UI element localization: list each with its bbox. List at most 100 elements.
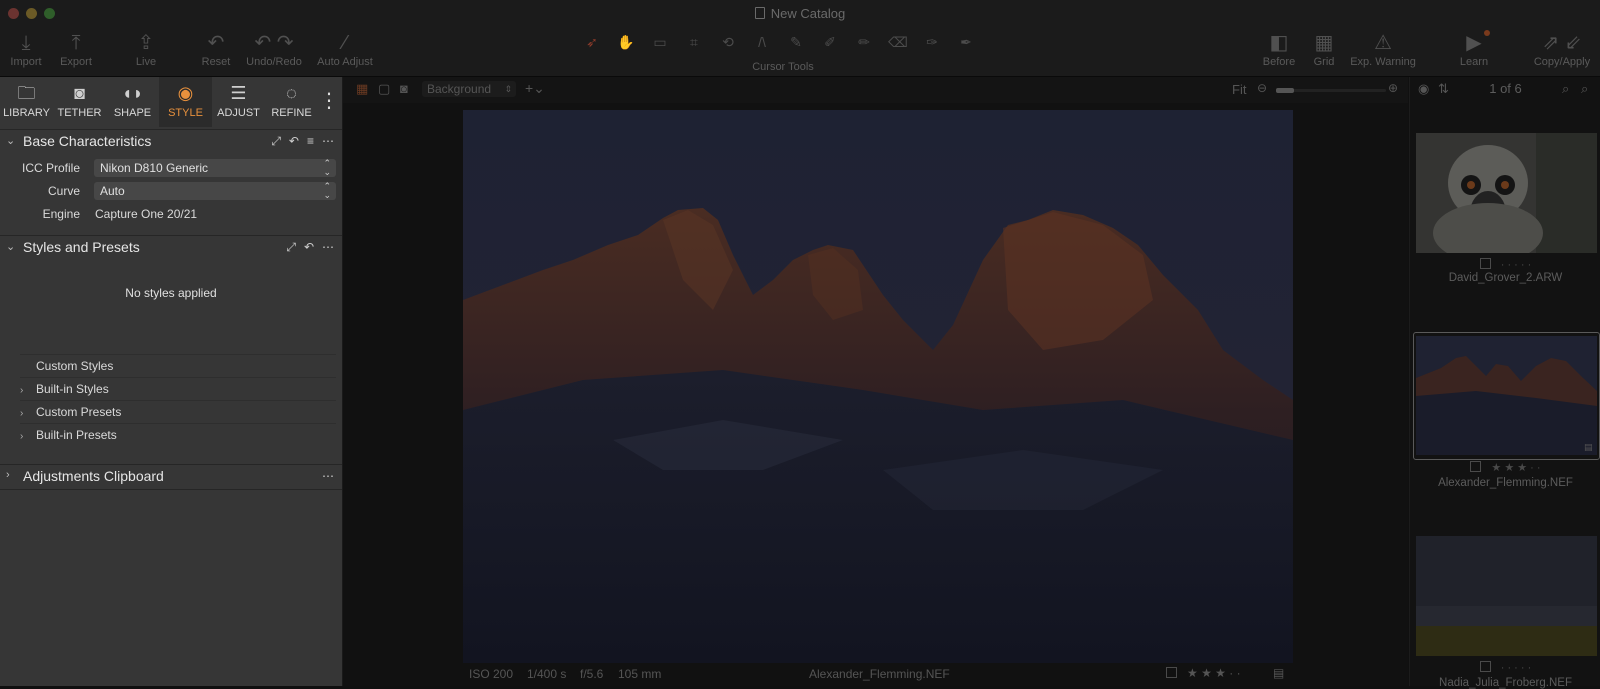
tab-shape[interactable]: ◖◗ SHAPE bbox=[106, 77, 159, 127]
section-tools: ⋯ bbox=[322, 469, 334, 483]
copy-apply-button[interactable]: ⇗ ⇙ Copy/Apply bbox=[1532, 30, 1592, 68]
star-rating[interactable]: ★ ★ ★ · · bbox=[1491, 462, 1540, 474]
select-checkbox[interactable] bbox=[1479, 661, 1491, 672]
warning-icon: ⚠ bbox=[1374, 32, 1392, 54]
rotate-cursor-icon[interactable]: ⟲ bbox=[714, 33, 742, 51]
adjustments-clipboard-header[interactable]: › Adjustments Clipboard ⋯ bbox=[0, 464, 342, 490]
exposure-warning-button[interactable]: ⚠ Exp. Warning bbox=[1348, 30, 1418, 68]
zoom-in-icon[interactable]: ⊕ bbox=[1388, 81, 1398, 95]
style-icon: ◉ bbox=[177, 83, 194, 103]
more-icon[interactable]: ⋯ bbox=[322, 469, 334, 483]
color-picker-cursor-icon[interactable]: ✐ bbox=[816, 33, 844, 51]
list-item[interactable]: Custom Styles bbox=[20, 354, 336, 377]
browser-panel: ◉ ⇅ 1 of 6 ⌕ ⌕ · · · · · David_Grover_2.… bbox=[1409, 77, 1600, 689]
lemur-thumbnail-image bbox=[1416, 133, 1597, 253]
grid-button[interactable]: ▦ Grid bbox=[1310, 30, 1338, 68]
base-characteristics-header[interactable]: ⌄ Base Characteristics ⤢ ↶ ≡ ⋯ bbox=[0, 129, 342, 154]
tab-adjust[interactable]: ☰ ADJUST bbox=[212, 77, 265, 127]
engine-label: Engine bbox=[42, 207, 80, 221]
reset-icon: ↶ bbox=[207, 32, 225, 54]
more-tabs-icon[interactable]: ⋮ bbox=[318, 77, 340, 127]
tab-library[interactable]: 🗀 LIBRARY bbox=[0, 77, 53, 127]
zoom-slider[interactable] bbox=[1276, 88, 1386, 93]
gradient-cursor-icon[interactable]: ✑ bbox=[918, 33, 946, 51]
camera-icon: ◙ bbox=[74, 83, 85, 103]
keystone-cursor-icon[interactable]: /\ bbox=[748, 33, 776, 51]
live-button[interactable]: ⇪ Live bbox=[130, 30, 162, 68]
section-tools: ⤢ ↶ ⋯ bbox=[286, 240, 334, 255]
sliders-icon: ☰ bbox=[230, 83, 247, 103]
select-checkbox[interactable] bbox=[1479, 258, 1491, 269]
curve-label: Curve bbox=[47, 184, 80, 198]
reset-button[interactable]: ↶ Reset bbox=[196, 30, 236, 68]
cursor-tools-label: Cursor Tools bbox=[752, 61, 814, 73]
tool-panel: 🗀 LIBRARY ◙ TETHER ◖◗ SHAPE ◉ STYLE ☰ ADJUST … bbox=[0, 77, 343, 686]
spot-removal-cursor-icon[interactable]: ✎ bbox=[782, 33, 810, 51]
refine-icon: ◌ bbox=[286, 83, 297, 103]
edited-badge-icon: ▤ bbox=[1584, 442, 1593, 452]
no-styles-message: No styles applied bbox=[125, 286, 217, 300]
brush-cursor-icon[interactable]: ✏ bbox=[850, 33, 878, 51]
chevron-right-icon: › bbox=[20, 431, 24, 442]
search-icon[interactable]: ⌕ bbox=[1562, 81, 1569, 97]
tool-tabs: 🗀 LIBRARY ◙ TETHER ◖◗ SHAPE ◉ STYLE ☰ ADJUST … bbox=[0, 77, 342, 127]
expand-icon[interactable]: ⤢ bbox=[271, 134, 281, 149]
zoom-fit-label[interactable]: Fit bbox=[1232, 82, 1246, 97]
image-info-bar: ISO 200 1/400 s f/5.6 105 mm Alexander_F… bbox=[343, 663, 1408, 686]
main-photo[interactable] bbox=[463, 110, 1293, 663]
tab-refine[interactable]: ◌ REFINE bbox=[265, 77, 318, 127]
star-rating[interactable]: · · · · · bbox=[1501, 662, 1532, 674]
list-icon[interactable]: ≡ bbox=[307, 134, 314, 149]
info-icon[interactable]: ▤ bbox=[1273, 666, 1284, 680]
multi-view-icon[interactable]: ▦ bbox=[356, 81, 368, 97]
thumbnail[interactable] bbox=[1416, 133, 1597, 253]
filter-icon[interactable]: ⌕ bbox=[1581, 81, 1588, 97]
tab-tether[interactable]: ◙ TETHER bbox=[53, 77, 106, 127]
live-icon: ⇪ bbox=[137, 32, 155, 54]
thumbnail-rating: · · · · · bbox=[1410, 258, 1600, 271]
thumbnail[interactable] bbox=[1416, 336, 1597, 455]
updown-icon: ⇕ bbox=[504, 84, 512, 94]
single-view-icon[interactable]: ▢ bbox=[378, 81, 390, 97]
loupe-cursor-icon[interactable]: ▭ bbox=[646, 33, 674, 51]
add-layer-icon[interactable]: +⌄ bbox=[525, 80, 545, 97]
zoom-slider-handle[interactable] bbox=[1276, 88, 1294, 93]
curve-select[interactable]: Auto ⌃ ⌄ bbox=[94, 182, 336, 200]
annotate-cursor-icon[interactable]: ✒ bbox=[952, 33, 980, 51]
auto-adjust-button[interactable]: ⁄ Auto Adjust bbox=[314, 30, 376, 68]
thumbnail-rating: · · · · · bbox=[1410, 661, 1600, 674]
reset-icon[interactable]: ↶ bbox=[304, 240, 314, 255]
eraser-cursor-icon[interactable]: ⌫ bbox=[884, 33, 912, 51]
icc-profile-select[interactable]: Nikon D810 Generic ⌃ ⌄ bbox=[94, 159, 336, 177]
styles-presets-header[interactable]: ⌄ Styles and Presets ⤢ ↶ ⋯ bbox=[0, 235, 342, 260]
import-button[interactable]: ⤓ Import bbox=[8, 30, 44, 68]
before-button[interactable]: ◧ Before bbox=[1260, 30, 1298, 68]
lens-icon: ◖◗ bbox=[121, 83, 144, 103]
star-rating[interactable]: · · · · · bbox=[1501, 259, 1532, 271]
cursor-tools-group: ➶ ✋ ▭ ⌗ ⟲ /\ ✎ ✐ ✏ ⌫ ✑ ✒ bbox=[578, 31, 988, 53]
icc-profile-label: ICC Profile bbox=[21, 161, 80, 175]
thumbnail[interactable] bbox=[1416, 536, 1597, 656]
chevron-right-icon: › bbox=[6, 469, 10, 481]
import-icon: ⤓ bbox=[21, 32, 31, 54]
browser-toolbar: ◉ ⇅ 1 of 6 ⌕ ⌕ bbox=[1410, 77, 1600, 103]
undo-redo-button[interactable]: ↶ ↷ Undo/Redo bbox=[242, 30, 306, 68]
tab-style[interactable]: ◉ STYLE bbox=[159, 77, 212, 127]
select-cursor-icon[interactable]: ➶ bbox=[578, 33, 606, 51]
list-item[interactable]: › Built-in Styles bbox=[20, 377, 336, 400]
pan-cursor-icon[interactable]: ✋ bbox=[612, 33, 640, 51]
expand-icon[interactable]: ⤢ bbox=[286, 240, 296, 255]
reset-icon[interactable]: ↶ bbox=[289, 134, 299, 149]
crop-cursor-icon[interactable]: ⌗ bbox=[680, 33, 708, 51]
select-checkbox[interactable] bbox=[1470, 461, 1482, 472]
star-rating[interactable]: ★ ★ ★ · · bbox=[1187, 666, 1241, 680]
select-checkbox[interactable] bbox=[1166, 667, 1177, 678]
zoom-out-icon[interactable]: ⊖ bbox=[1257, 81, 1267, 95]
layer-select[interactable]: Background ⇕ bbox=[422, 81, 516, 97]
list-item[interactable]: › Built-in Presets bbox=[20, 423, 336, 446]
more-icon[interactable]: ⋯ bbox=[322, 240, 334, 255]
proof-view-icon[interactable]: ◙ bbox=[400, 81, 408, 96]
export-button[interactable]: ⤒ Export bbox=[56, 30, 96, 68]
list-item[interactable]: › Custom Presets bbox=[20, 400, 336, 423]
more-icon[interactable]: ⋯ bbox=[322, 134, 334, 149]
